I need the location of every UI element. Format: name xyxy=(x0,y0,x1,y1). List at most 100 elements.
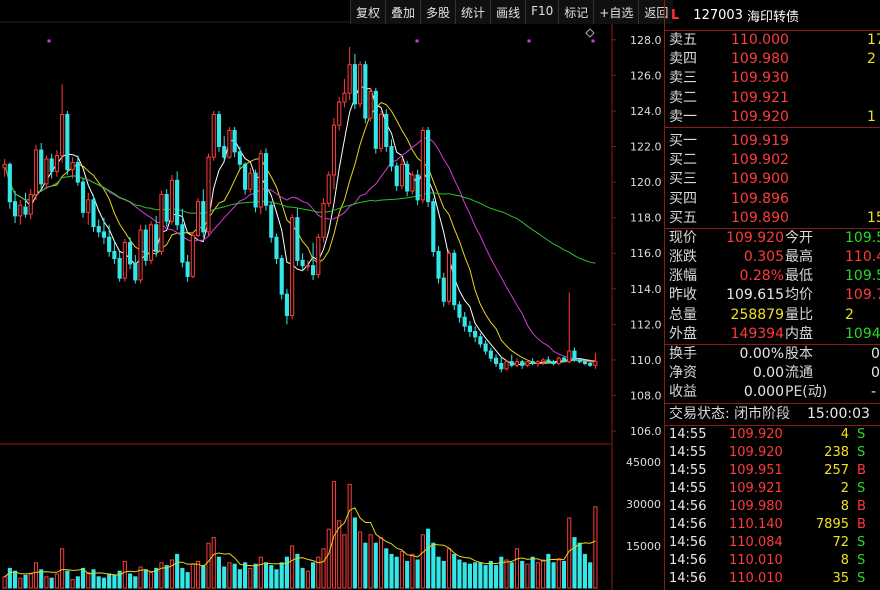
quote-label-2: 最高 xyxy=(785,249,813,266)
price-tick-label: 112.0 xyxy=(630,318,662,331)
volume-bar xyxy=(326,528,331,589)
toolbar-button-0[interactable]: 复权 xyxy=(350,0,385,24)
tick-price: 109.921 xyxy=(729,480,783,496)
volume-tick-label: 30000 xyxy=(626,498,661,511)
candle-body xyxy=(122,242,127,279)
volume-bar xyxy=(415,559,420,589)
volume-bar xyxy=(514,548,520,589)
candle-body xyxy=(426,130,431,203)
candle-body xyxy=(195,201,201,236)
candle-body xyxy=(18,204,23,217)
volume-bar xyxy=(101,577,107,589)
toolbar-button-4[interactable]: 画线 xyxy=(490,0,525,24)
stat-value-2: 0 xyxy=(871,365,880,382)
volume-bar xyxy=(284,556,289,589)
market-marker: L xyxy=(671,7,680,23)
tick-price: 109.920 xyxy=(729,444,783,460)
toolbar-button-5[interactable]: F10 xyxy=(525,0,558,24)
candle-body xyxy=(169,179,174,222)
tick-list[interactable]: 14:55 109.920 4 S 14:55 109.920 238 S 14:55 109.9… xyxy=(665,424,880,588)
tick-time: 14:56 xyxy=(669,516,707,532)
toolbar-button-6[interactable]: 标记 xyxy=(558,0,593,24)
volume-bar xyxy=(148,572,154,589)
level-label: 卖五 xyxy=(669,32,697,48)
candle-body xyxy=(290,217,295,316)
candle-body xyxy=(410,174,415,192)
candle-body xyxy=(337,101,342,126)
tick-time: 14:55 xyxy=(669,426,707,442)
candle-body xyxy=(13,201,18,217)
tick-price: 109.980 xyxy=(729,498,783,514)
volume-bar xyxy=(483,565,488,589)
volume-bar xyxy=(347,483,352,589)
stat-label: 换手 xyxy=(669,346,697,362)
quote-value: 109.920 xyxy=(726,229,784,246)
toolbar-button-1[interactable]: 叠加 xyxy=(385,0,420,24)
level-label: 买四 xyxy=(669,190,697,207)
volume-bar xyxy=(112,574,117,589)
candle-body xyxy=(101,231,107,238)
kline-chart-area[interactable]: 128.0 126.0 124.0 122.0 120.0 118.0 116.0 114.0… xyxy=(0,0,674,590)
candle-body xyxy=(556,357,561,365)
level-price: 109.930 xyxy=(731,70,789,87)
tick-row: 14:55 109.920 238 S xyxy=(665,444,880,462)
candle-body xyxy=(269,204,274,238)
tick-row: 14:55 109.951 257 B xyxy=(665,462,880,480)
level-volume: 1 xyxy=(867,108,876,125)
tick-price: 109.951 xyxy=(729,462,783,478)
candle-body xyxy=(232,130,237,153)
volume-bar xyxy=(133,576,138,589)
candle-body xyxy=(159,194,164,252)
toolbar-button-2[interactable]: 多股 xyxy=(420,0,455,24)
candle-body xyxy=(263,153,269,206)
candle-body xyxy=(91,199,96,228)
volume-bar xyxy=(452,553,457,589)
tick-volume: 238 xyxy=(824,444,849,460)
volume-bar xyxy=(473,562,478,589)
stat-label-2: 流通 xyxy=(785,365,813,382)
toolbar-button-3[interactable]: 统计 xyxy=(455,0,490,24)
candle-body xyxy=(180,224,185,263)
volume-bar xyxy=(164,565,169,589)
candle-body xyxy=(243,163,248,190)
quote-row: 外盘 149394 内盘 1094 xyxy=(665,325,880,344)
stat-label: 净资 xyxy=(669,365,697,382)
quote-label: 涨幅 xyxy=(669,268,697,285)
volume-bar xyxy=(525,563,530,589)
candle-body xyxy=(436,250,441,279)
level-price: 109.980 xyxy=(731,51,789,68)
price-tick-label: 118.0 xyxy=(630,212,662,225)
price-tick-label: 114.0 xyxy=(630,283,662,296)
candle-body xyxy=(478,336,483,345)
volume-bar xyxy=(305,570,310,589)
tick-volume: 4 xyxy=(840,426,849,442)
stat-value-2: 0 xyxy=(871,346,880,362)
tick-row: 14:56 109.980 8 B xyxy=(665,498,880,516)
level-label: 买五 xyxy=(669,209,697,226)
price-tick-label: 122.0 xyxy=(630,141,662,154)
quote-label-2: 今开 xyxy=(785,229,813,246)
volume-bar xyxy=(394,556,399,589)
quote-value-2: 109.7 xyxy=(845,287,880,304)
candle-body xyxy=(457,304,462,318)
level-label: 买三 xyxy=(669,171,697,188)
candle-body xyxy=(352,64,357,105)
candle-body xyxy=(295,217,300,261)
candle-body xyxy=(28,194,33,215)
volume-bar xyxy=(216,556,222,589)
candle-body xyxy=(572,350,577,361)
candle-body xyxy=(394,165,399,187)
candle-body xyxy=(593,360,598,366)
tick-time: 14:56 xyxy=(669,498,707,514)
toolbar-button-7[interactable]: +自选 xyxy=(593,0,638,24)
candle-body xyxy=(452,252,457,306)
tick-volume: 2 xyxy=(840,480,849,496)
level-price: 109.890 xyxy=(731,209,789,226)
volume-bar xyxy=(122,560,127,589)
candle-body xyxy=(75,162,80,183)
candle-body xyxy=(253,172,258,208)
kline-chart[interactable]: 128.0 126.0 124.0 122.0 120.0 118.0 116.0 114.0… xyxy=(0,0,664,590)
volume-bar xyxy=(300,567,305,589)
level-label: 卖三 xyxy=(669,70,697,87)
price-tick-label: 128.0 xyxy=(630,34,662,47)
